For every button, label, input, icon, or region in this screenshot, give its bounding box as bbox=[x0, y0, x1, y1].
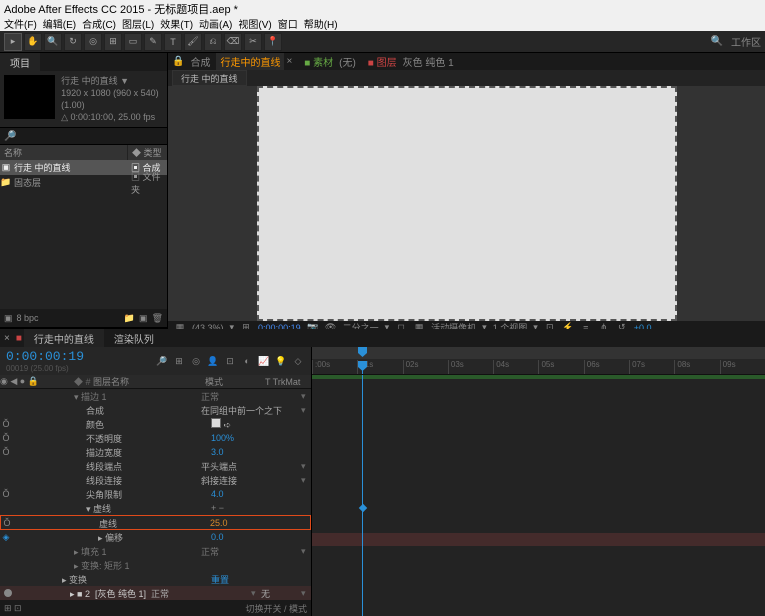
zoom-tool[interactable]: 🔍 bbox=[44, 33, 62, 51]
workspace-label[interactable]: 工作区 bbox=[731, 34, 761, 49]
menu-file[interactable]: 文件(F) bbox=[4, 16, 37, 31]
comp-duration: △ 0:00:10:00, 25.00 fps bbox=[61, 111, 163, 123]
delete-btn[interactable]: 🗑 bbox=[152, 313, 163, 324]
col-name[interactable]: 名称 bbox=[0, 145, 127, 160]
pan-behind-tool[interactable]: ⊞ bbox=[104, 33, 122, 51]
menu-bar: 文件(F) 编辑(E) 合成(C) 图层(L) 效果(T) 动画(A) 视图(V… bbox=[0, 16, 765, 31]
interpret-btn[interactable]: ▣ bbox=[4, 313, 13, 324]
comp-thumbnail bbox=[4, 75, 55, 119]
menu-edit[interactable]: 编辑(E) bbox=[43, 16, 76, 31]
composition-canvas bbox=[257, 86, 677, 321]
col-type[interactable]: ◆ 类型 bbox=[127, 145, 167, 160]
flowchart-tab[interactable]: 行走 中的直线 bbox=[172, 70, 247, 86]
menu-animation[interactable]: 动画(A) bbox=[199, 16, 232, 31]
selection-tool[interactable]: ▸ bbox=[4, 33, 22, 51]
project-item-folder[interactable]: 📁 固态层 ▣ 文件夹 bbox=[0, 175, 167, 190]
shape-tool[interactable]: ▭ bbox=[124, 33, 142, 51]
new-folder-btn[interactable]: 📁 bbox=[124, 313, 135, 324]
search-icon[interactable]: 🔎 bbox=[155, 354, 169, 368]
brainstorm-btn[interactable]: 💡 bbox=[274, 354, 288, 368]
close-icon[interactable]: × bbox=[0, 333, 14, 344]
project-search[interactable] bbox=[20, 131, 163, 141]
composition-viewer[interactable] bbox=[168, 86, 765, 321]
puppet-tool[interactable]: 📍 bbox=[264, 33, 282, 51]
layer-tab[interactable]: ■ 图层 bbox=[364, 53, 401, 70]
menu-layer[interactable]: 图层(L) bbox=[122, 16, 154, 31]
playhead-line[interactable] bbox=[362, 375, 363, 616]
brush-tool[interactable]: 🖌 bbox=[184, 33, 202, 51]
search-icon[interactable]: 🔍 bbox=[711, 36, 723, 47]
bpc-btn[interactable]: 8 bpc bbox=[17, 313, 39, 323]
menu-effect[interactable]: 效果(T) bbox=[160, 16, 193, 31]
composition-panel: 🔒合成行走中的直线× ■ 素材(无) ■ 图层灰色 纯色 1 行走 中的直线 ▦… bbox=[168, 53, 765, 327]
layer-bar[interactable] bbox=[312, 533, 765, 546]
roto-tool[interactable]: ✂ bbox=[244, 33, 262, 51]
motion-blur-btn[interactable]: ◐ bbox=[240, 354, 254, 368]
project-panel: 项目 行走 中的直线 ▼ 1920 x 1080 (960 x 540) (1.… bbox=[0, 53, 168, 327]
timeline-tab-render[interactable]: 渲染队列 bbox=[104, 329, 164, 348]
pen-tool[interactable]: ✎ bbox=[144, 33, 162, 51]
close-icon[interactable]: × bbox=[286, 56, 292, 67]
timeline-panel: × ■ 行走中的直线 渲染队列 0:00:00:19 00019 (25.00 … bbox=[0, 327, 765, 533]
folder-icon: 📁 bbox=[0, 177, 12, 188]
search-icon[interactable]: 🔎 bbox=[4, 131, 16, 142]
new-comp-btn[interactable]: ▣ bbox=[139, 313, 148, 324]
clone-tool[interactable]: ⎌ bbox=[204, 33, 222, 51]
timeline-tab-comp[interactable]: 行走中的直线 bbox=[24, 329, 104, 348]
comp-mini-btn[interactable]: ⊞ bbox=[172, 354, 186, 368]
toggle-mode-btn[interactable]: 切换开关 / 模式 bbox=[245, 602, 307, 615]
footage-tab[interactable]: ■ 素材 bbox=[300, 53, 337, 70]
footage-none: (无) bbox=[339, 54, 356, 69]
keyframe-marker[interactable] bbox=[359, 504, 367, 512]
viewer-lock-icon[interactable]: 🔒 bbox=[172, 56, 184, 67]
dash-highlight: Ŏ虚线25.0 bbox=[0, 515, 311, 530]
hand-tool[interactable]: ✋ bbox=[24, 33, 42, 51]
comp-tab-label: 合成 bbox=[186, 53, 214, 70]
text-tool[interactable]: T bbox=[164, 33, 182, 51]
shy-btn[interactable]: 👤 bbox=[206, 354, 220, 368]
comp-tab-name[interactable]: 行走中的直线 bbox=[216, 53, 284, 70]
timeline-tracks[interactable]: :00s 01s 02s 03s 04s 05s 06s 07s 08s 09s bbox=[312, 347, 765, 616]
project-tab[interactable]: 项目 bbox=[0, 53, 40, 71]
auto-kf-btn[interactable]: ◇ bbox=[291, 354, 305, 368]
layer-name: 灰色 纯色 1 bbox=[403, 54, 454, 69]
window-title: Adobe After Effects CC 2015 - 无标题项目.aep … bbox=[0, 0, 765, 16]
comp-resolution: 1920 x 1080 (960 x 540) (1.00) bbox=[61, 87, 163, 111]
toggle-switches-btn[interactable]: ⊞ ⊡ bbox=[4, 603, 22, 614]
current-time[interactable]: 0:00:00:19 bbox=[6, 349, 84, 364]
comp-name: 行走 中的直线 ▼ bbox=[61, 75, 163, 87]
menu-composition[interactable]: 合成(C) bbox=[82, 16, 116, 31]
graph-btn[interactable]: 📈 bbox=[257, 354, 271, 368]
menu-help[interactable]: 帮助(H) bbox=[304, 16, 338, 31]
comp-icon: ▣ bbox=[0, 162, 12, 173]
draft-3d-btn[interactable]: ◎ bbox=[189, 354, 203, 368]
camera-tool[interactable]: ◎ bbox=[84, 33, 102, 51]
menu-view[interactable]: 视图(V) bbox=[238, 16, 271, 31]
current-frame: 00019 (25.00 fps) bbox=[6, 364, 84, 373]
tool-bar: ▸ ✋ 🔍 ↻ ◎ ⊞ ▭ ✎ T 🖌 ⎌ ⌫ ✂ 📍 🔍 工作区 bbox=[0, 31, 765, 53]
eraser-tool[interactable]: ⌫ bbox=[224, 33, 242, 51]
time-ruler[interactable]: :00s 01s 02s 03s 04s 05s 06s 07s 08s 09s bbox=[312, 347, 765, 375]
menu-window[interactable]: 窗口 bbox=[278, 16, 298, 31]
rotate-tool[interactable]: ↻ bbox=[64, 33, 82, 51]
frame-blend-btn[interactable]: ⊡ bbox=[223, 354, 237, 368]
